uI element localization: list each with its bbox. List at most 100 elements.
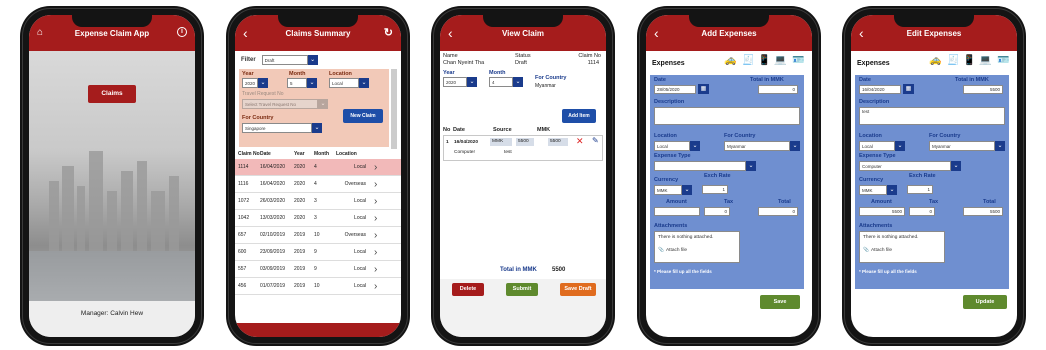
currency-dropdown[interactable]: MMK ⌄ xyxy=(654,185,692,195)
delete-button[interactable]: Delete xyxy=(452,283,484,296)
tax-label: Tax xyxy=(724,199,734,205)
phone-add-expenses: ‹ Add Expenses Expenses 🚕 🧾 📱 💻 🪪 Date T… xyxy=(637,6,821,346)
table-row[interactable]: 1114 16/04/2020 2020 4 Local › xyxy=(235,159,401,176)
table-cell: 557 xyxy=(238,266,247,272)
calendar-icon[interactable]: ▦ xyxy=(903,84,914,94)
screen-home: ⌂ Expense Claim App i Claims Manager: Ca… xyxy=(29,15,195,337)
col-month: Month xyxy=(314,151,329,157)
country-dropdown[interactable]: Myanmar ⌄ xyxy=(724,141,800,151)
filter-value: Draft xyxy=(261,55,308,65)
filter-dropdown[interactable]: Draft ⌄ xyxy=(261,55,318,65)
chevron-right-icon[interactable]: › xyxy=(374,230,377,241)
description-field[interactable]: test xyxy=(859,107,1005,125)
scrollbar[interactable] xyxy=(391,69,397,149)
table-row[interactable]: 657 02/10/2019 2019 10 Overseas › xyxy=(235,227,401,244)
home-icon[interactable]: ⌂ xyxy=(37,27,43,38)
table-cell: Local xyxy=(354,198,366,204)
country-dropdown[interactable]: Singapore ⌄ xyxy=(242,123,322,133)
tax-field[interactable]: 0 xyxy=(909,207,935,216)
back-icon[interactable]: ‹ xyxy=(448,25,453,41)
year-dropdown[interactable]: 2020 ⌄ xyxy=(242,78,268,88)
location-dropdown[interactable]: Local ⌄ xyxy=(329,78,369,88)
table-row[interactable]: 557 03/09/2019 2019 9 Local › xyxy=(235,261,401,278)
edit-icon[interactable]: ✎ xyxy=(592,136,599,145)
attach-file-link[interactable]: Attach file xyxy=(871,248,892,253)
calendar-icon[interactable]: ▦ xyxy=(698,84,709,94)
table-header: Claim No Date Year Month Location xyxy=(238,151,398,157)
chevron-right-icon[interactable]: › xyxy=(374,162,377,173)
table-cell: 2019 xyxy=(294,232,306,238)
chevron-right-icon[interactable]: › xyxy=(374,196,377,207)
total-value: 5500 xyxy=(552,267,566,273)
notch xyxy=(278,15,358,27)
table-cell: Local xyxy=(354,266,366,272)
year-label: Year xyxy=(443,70,455,76)
back-icon[interactable]: ‹ xyxy=(243,25,248,41)
table-cell: 2019 xyxy=(294,283,306,289)
expense-type-dropdown[interactable]: Computer ⌄ xyxy=(859,161,961,171)
currency-value: MMK xyxy=(654,185,682,195)
table-cell: 3 xyxy=(314,198,317,204)
travel-dropdown[interactable]: Select Travel Request No ⌄ xyxy=(242,99,328,109)
date-label: Date xyxy=(654,77,666,83)
table-cell: 10 xyxy=(314,283,320,289)
month-dropdown[interactable]: 4 ⌄ xyxy=(489,77,523,87)
attach-file-link[interactable]: Attach file xyxy=(666,248,687,253)
description-field[interactable] xyxy=(654,107,800,125)
chevron-right-icon[interactable]: › xyxy=(374,179,377,190)
chevron-right-icon[interactable]: › xyxy=(374,281,377,292)
tax-field[interactable]: 0 xyxy=(704,207,730,216)
notch xyxy=(483,15,563,27)
exch-rate-field[interactable]: 1 xyxy=(907,185,933,194)
info-icon[interactable]: i xyxy=(177,27,187,37)
save-draft-button[interactable]: Save Draft xyxy=(560,283,596,296)
attachments-box: There is nothing attached. 📎 Attach file xyxy=(859,231,945,263)
save-button[interactable]: Save xyxy=(760,295,800,309)
notch xyxy=(72,15,152,27)
expense-type-label: Expense Type xyxy=(654,153,691,159)
location-dropdown[interactable]: Local ⌄ xyxy=(654,141,700,151)
country-dropdown[interactable]: Myanmar ⌄ xyxy=(929,141,1005,151)
currency-value: MMK xyxy=(859,185,887,195)
add-item-button[interactable]: Add Item xyxy=(562,109,596,123)
chevron-down-icon: ⌄ xyxy=(790,141,800,151)
table-row[interactable]: 1 16/04/2020 MMK 5500 5500 ✕ ✎ Computer … xyxy=(443,135,603,161)
table-row[interactable]: 600 23/09/2019 2019 9 Local › xyxy=(235,244,401,261)
date-field[interactable]: 16/04/2020 xyxy=(859,85,901,94)
month-dropdown[interactable]: 5 ⌄ xyxy=(287,78,317,88)
computer-icon: 💻 xyxy=(774,55,787,66)
amount-field[interactable]: 5500 xyxy=(859,207,905,216)
table-cell: 9 xyxy=(314,266,317,272)
table-row[interactable]: 1072 26/03/2020 2020 3 Local › xyxy=(235,193,401,210)
new-claim-button[interactable]: New Claim xyxy=(343,109,383,123)
back-icon[interactable]: ‹ xyxy=(859,25,864,41)
refresh-icon[interactable]: ↻ xyxy=(384,26,393,39)
paperclip-icon: 📎 xyxy=(863,248,869,253)
exch-rate-field[interactable]: 1 xyxy=(702,185,728,194)
location-dropdown[interactable]: Local ⌄ xyxy=(859,141,905,151)
claims-button[interactable]: Claims xyxy=(88,85,136,103)
update-button[interactable]: Update xyxy=(963,295,1007,309)
chevron-right-icon[interactable]: › xyxy=(374,213,377,224)
date-field[interactable]: 28/05/2020 xyxy=(654,85,696,94)
chevron-down-icon: ⌄ xyxy=(951,161,961,171)
chevron-right-icon[interactable]: › xyxy=(374,247,377,258)
attachments-label: Attachments xyxy=(654,223,688,229)
back-icon[interactable]: ‹ xyxy=(654,25,659,41)
chevron-right-icon[interactable]: › xyxy=(374,264,377,275)
table-row[interactable]: 1116 16/04/2020 2020 4 Overseas › xyxy=(235,176,401,193)
month-label: Month xyxy=(489,70,506,76)
year-dropdown[interactable]: 2020 ⌄ xyxy=(443,77,477,87)
table-row[interactable]: 1042 13/03/2020 2020 3 Local › xyxy=(235,210,401,227)
amount-field[interactable] xyxy=(654,207,700,216)
delete-icon[interactable]: ✕ xyxy=(576,136,584,147)
submit-button[interactable]: Submit xyxy=(506,283,538,296)
expense-type-value: Computer xyxy=(859,161,951,171)
table-cell: 4 xyxy=(314,164,317,170)
table-cell: 16/04/2020 xyxy=(260,181,286,187)
currency-dropdown[interactable]: MMK ⌄ xyxy=(859,185,897,195)
table-row[interactable]: 456 01/07/2019 2019 10 Local › xyxy=(235,278,401,295)
location-value: Local xyxy=(329,78,359,88)
chevron-down-icon: ⌄ xyxy=(307,55,318,65)
expense-type-dropdown[interactable]: ⌄ xyxy=(654,161,756,171)
